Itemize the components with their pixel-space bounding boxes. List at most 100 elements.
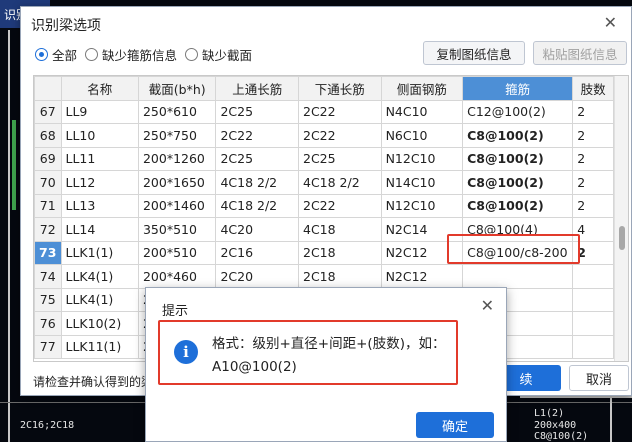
- table-row[interactable]: 70 LL12 200*1650 4C18 2/2 4C18 2/2 N14C10 C8@1…: [34, 170, 614, 195]
- cell-bottom-bar[interactable]: 2C18: [298, 264, 382, 289]
- row-index[interactable]: 72: [34, 217, 62, 242]
- cell-side-bar[interactable]: N6C10: [380, 123, 464, 148]
- close-icon[interactable]: ✕: [481, 296, 494, 315]
- cell-stirrup[interactable]: [462, 264, 574, 289]
- table-scrollbar[interactable]: [614, 76, 628, 361]
- cell-side-bar[interactable]: N12C10: [380, 146, 464, 171]
- cell-name[interactable]: LL11: [60, 146, 139, 171]
- cell-top-bar[interactable]: 2C22: [215, 123, 299, 148]
- cell-name[interactable]: LLK10(2): [60, 311, 139, 336]
- cell-name[interactable]: LL9: [60, 99, 139, 124]
- radio-icon: [85, 48, 99, 61]
- table-row[interactable]: 67 LL9 250*610 2C25 2C22 N4C10 C12@100(2) 2: [34, 99, 614, 124]
- cell-section[interactable]: 200*1650: [137, 170, 217, 195]
- table-row[interactable]: 71 LL13 200*1460 4C18 2/2 2C22 N12C10 C8@100(2…: [34, 193, 614, 218]
- cell-bottom-bar[interactable]: 4C18: [298, 217, 382, 242]
- cell-name[interactable]: LL14: [60, 217, 139, 242]
- cell-legs[interactable]: [572, 311, 614, 336]
- row-index[interactable]: 67: [34, 99, 62, 124]
- cell-name[interactable]: LL10: [60, 123, 139, 148]
- col-header-bottom-bar[interactable]: 下通长筋: [298, 76, 382, 101]
- cell-section[interactable]: 200*460: [137, 264, 217, 289]
- table-row[interactable]: 74 LLK4(1) 200*460 2C20 2C18 N2C12: [34, 264, 614, 289]
- cell-top-bar[interactable]: 2C16: [215, 240, 299, 265]
- cad-line: [12, 120, 16, 210]
- row-index[interactable]: 75: [34, 287, 62, 312]
- cell-name[interactable]: LLK4(1): [60, 264, 139, 289]
- copy-drawing-info-button[interactable]: 复制图纸信息: [423, 41, 525, 65]
- row-index[interactable]: 69: [34, 146, 62, 171]
- cell-legs[interactable]: 2: [572, 99, 614, 124]
- cell-top-bar[interactable]: 2C20: [215, 264, 299, 289]
- cell-side-bar[interactable]: N4C10: [380, 99, 464, 124]
- cell-name[interactable]: LL12: [60, 170, 139, 195]
- col-header-name[interactable]: 名称: [60, 76, 139, 101]
- cell-top-bar[interactable]: 2C25: [215, 99, 299, 124]
- filter-missing-stirrup-radio[interactable]: 缺少箍筋信息: [85, 45, 177, 64]
- cell-top-bar[interactable]: 4C18 2/2: [215, 170, 299, 195]
- cell-stirrup[interactable]: C8@100(2): [462, 146, 574, 171]
- table-row[interactable]: 69 LL11 200*1260 2C25 2C25 N12C10 C8@100(2) 2: [34, 146, 614, 171]
- cell-section[interactable]: 350*510: [137, 217, 217, 242]
- row-index[interactable]: 76: [34, 311, 62, 336]
- cell-section[interactable]: 250*610: [137, 99, 217, 124]
- col-header-top-bar[interactable]: 上通长筋: [215, 76, 299, 101]
- cell-legs[interactable]: 2: [572, 146, 614, 171]
- row-index[interactable]: 77: [34, 334, 62, 359]
- scrollbar-thumb[interactable]: [619, 226, 625, 250]
- cell-legs[interactable]: 2: [572, 170, 614, 195]
- cell-legs[interactable]: [572, 264, 614, 289]
- popup-confirm-button[interactable]: 确定: [416, 412, 494, 438]
- cell-side-bar[interactable]: N14C10: [380, 170, 464, 195]
- row-index[interactable]: 73: [34, 240, 62, 265]
- paste-drawing-info-button[interactable]: 粘贴图纸信息: [533, 41, 627, 65]
- cell-bottom-bar[interactable]: 2C18: [298, 240, 382, 265]
- row-index[interactable]: 74: [34, 264, 62, 289]
- filter-all-radio[interactable]: 全部: [35, 45, 77, 64]
- cell-side-bar[interactable]: N2C12: [380, 264, 464, 289]
- cell-stirrup[interactable]: C8@100(2): [462, 193, 574, 218]
- cell-legs[interactable]: [572, 287, 614, 312]
- cell-top-bar[interactable]: 2C25: [215, 146, 299, 171]
- cell-bottom-bar[interactable]: 4C18 2/2: [298, 170, 382, 195]
- filter-label: 缺少箍筋信息: [102, 48, 178, 63]
- cell-section[interactable]: 200*1460: [137, 193, 217, 218]
- filter-label: 全部: [52, 48, 78, 63]
- cell-legs[interactable]: [572, 334, 614, 359]
- filter-missing-section-radio[interactable]: 缺少截面: [185, 45, 252, 64]
- cell-section[interactable]: 250*750: [137, 123, 217, 148]
- cancel-button[interactable]: 取消: [569, 365, 629, 391]
- cell-bottom-bar[interactable]: 2C22: [298, 123, 382, 148]
- cad-line: [520, 396, 632, 398]
- cell-stirrup[interactable]: C12@100(2): [462, 99, 574, 124]
- cell-bottom-bar[interactable]: 2C22: [298, 193, 382, 218]
- col-header-side-bar[interactable]: 侧面钢筋: [380, 76, 464, 101]
- filter-label: 缺少截面: [202, 48, 253, 63]
- cell-stirrup[interactable]: C8@100(2): [462, 123, 574, 148]
- cell-top-bar[interactable]: 4C20: [215, 217, 299, 242]
- cell-top-bar[interactable]: 4C18 2/2: [215, 193, 299, 218]
- cell-stirrup[interactable]: C8@100(2): [462, 170, 574, 195]
- cell-legs[interactable]: 2: [572, 123, 614, 148]
- cell-section[interactable]: 200*510: [137, 240, 217, 265]
- close-icon[interactable]: ✕: [604, 13, 617, 32]
- cell-side-bar[interactable]: N12C10: [380, 193, 464, 218]
- cell-name[interactable]: LLK1(1): [60, 240, 139, 265]
- col-header-legs[interactable]: 肢数: [572, 76, 614, 101]
- cell-bottom-bar[interactable]: 2C25: [298, 146, 382, 171]
- cell-name[interactable]: LLK4(1): [60, 287, 139, 312]
- row-index[interactable]: 68: [34, 123, 62, 148]
- info-icon: i: [174, 340, 198, 364]
- cad-line: [610, 390, 612, 442]
- cell-legs[interactable]: 2: [572, 193, 614, 218]
- cad-label: C8@100(2): [534, 431, 589, 442]
- row-index[interactable]: 70: [34, 170, 62, 195]
- col-header-section[interactable]: 截面(b*h): [137, 76, 217, 101]
- cell-name[interactable]: LL13: [60, 193, 139, 218]
- cell-bottom-bar[interactable]: 2C22: [298, 99, 382, 124]
- row-index[interactable]: 71: [34, 193, 62, 218]
- cell-name[interactable]: LLK11(1): [60, 334, 139, 359]
- cell-section[interactable]: 200*1260: [137, 146, 217, 171]
- col-header-stirrup[interactable]: 箍筋: [462, 76, 574, 101]
- table-row[interactable]: 68 LL10 250*750 2C22 2C22 N6C10 C8@100(2) 2: [34, 123, 614, 148]
